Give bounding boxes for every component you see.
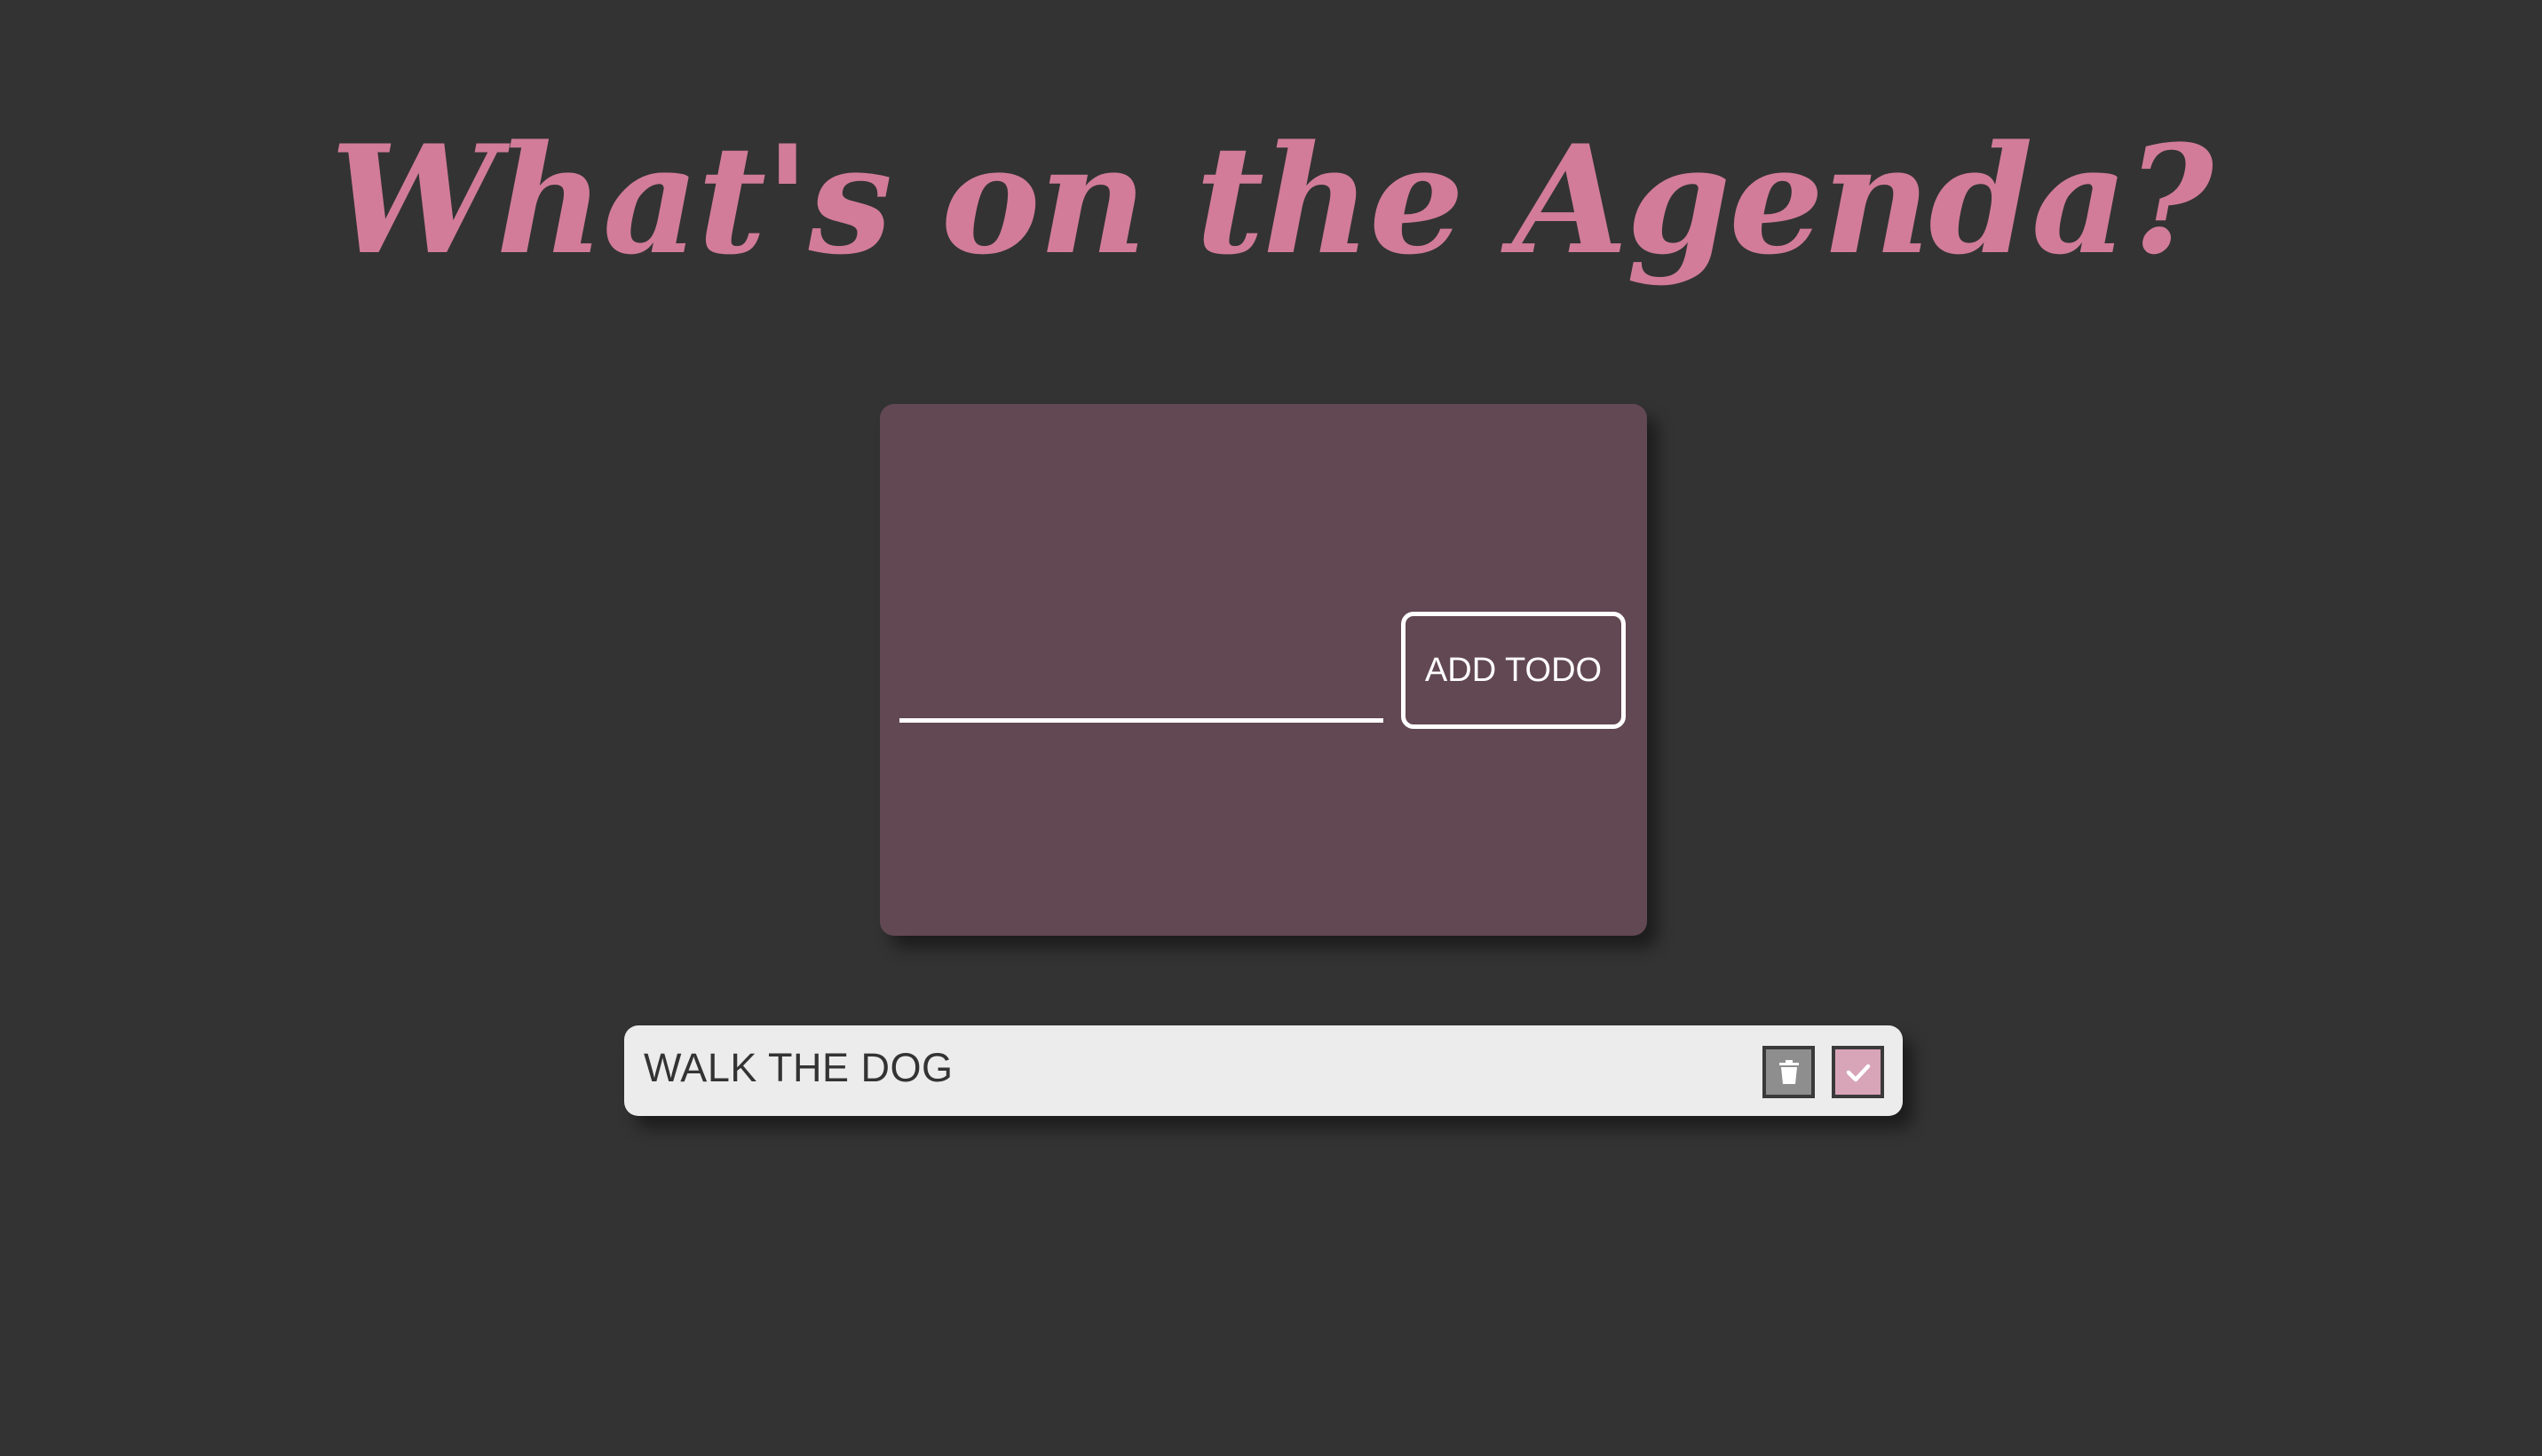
add-todo-button-label: ADD TODO [1424,652,1603,689]
check-icon [1846,1063,1871,1082]
add-todo-button[interactable]: ADD TODO [1401,612,1626,729]
complete-button[interactable] [1832,1046,1884,1098]
delete-button[interactable] [1762,1046,1815,1098]
trash-icon [1778,1059,1800,1085]
page-title: What's on the Agenda? [329,112,2213,288]
todo-item: WALK THE DOG [624,1025,1903,1116]
todo-input[interactable] [899,613,1383,723]
todo-text: WALK THE DOG [644,1045,954,1090]
